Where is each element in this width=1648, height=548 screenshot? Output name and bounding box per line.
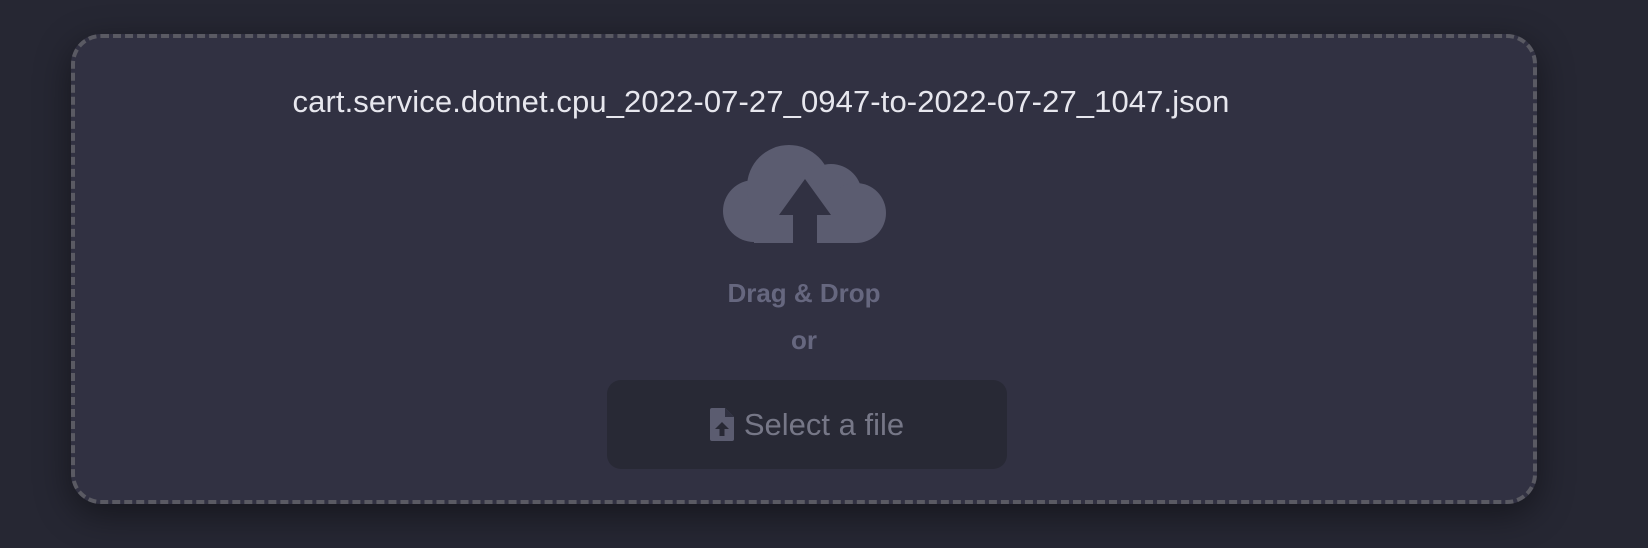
or-label: or	[791, 325, 817, 355]
select-file-button[interactable]: Select a file	[607, 380, 1007, 469]
cloud-upload-icon	[723, 143, 889, 249]
file-upload-icon	[709, 408, 734, 441]
select-file-label: Select a file	[743, 406, 905, 442]
drag-drop-label: Drag & Drop	[727, 278, 881, 308]
file-dropzone[interactable]: cart.service.dotnet.cpu_2022-07-27_0947-…	[71, 34, 1537, 504]
selected-filename: cart.service.dotnet.cpu_2022-07-27_0947-…	[292, 84, 1230, 119]
